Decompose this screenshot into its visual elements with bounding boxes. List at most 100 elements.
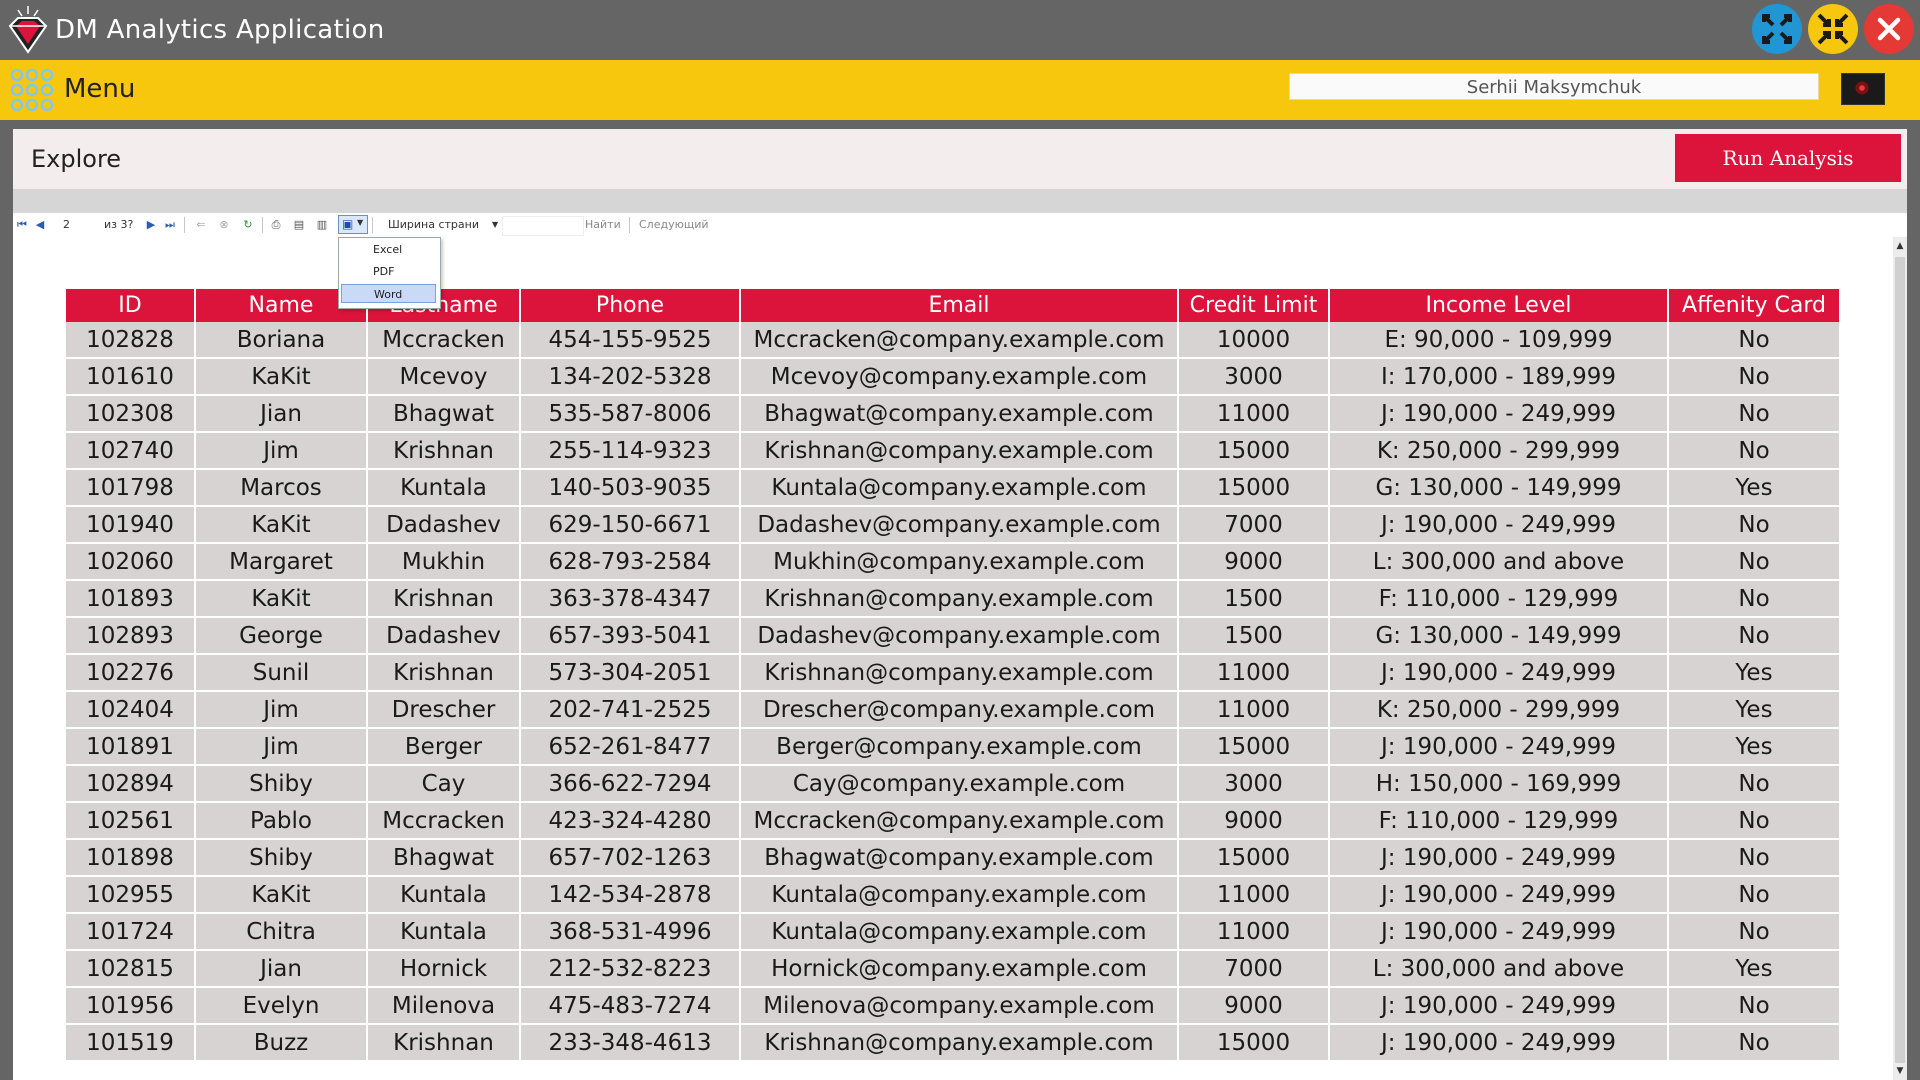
table-cell: No	[1668, 543, 1841, 581]
export-excel-item[interactable]: Excel	[341, 240, 436, 259]
table-cell: Krishnan@company.example.com	[740, 1024, 1179, 1062]
table-cell: 7000	[1178, 950, 1330, 988]
find-next-link[interactable]: Следующий	[639, 217, 709, 233]
scroll-thumb[interactable]	[1895, 257, 1905, 1063]
vertical-scrollbar[interactable]: ▲ ▼	[1893, 237, 1907, 1080]
last-page-icon[interactable]: ⏭	[163, 218, 177, 232]
table-cell: 535-587-8006	[520, 395, 741, 433]
chevron-down-icon: ▼	[492, 220, 499, 229]
table-cell: 102404	[66, 691, 196, 729]
avatar[interactable]	[1841, 73, 1885, 105]
zoom-select[interactable]: Ширина страни ▼	[380, 216, 508, 234]
restore-button[interactable]	[1808, 4, 1858, 54]
export-word-item[interactable]: Word	[341, 284, 436, 303]
table-cell: No	[1668, 506, 1841, 544]
prev-page-icon[interactable]: ◀	[33, 218, 47, 232]
find-input[interactable]	[502, 216, 584, 236]
title-bar: DM Analytics Application	[0, 0, 1920, 60]
table-cell: 368-531-4996	[520, 913, 741, 951]
table-cell: 101956	[66, 987, 196, 1025]
print-layout-icon[interactable]: ▤	[292, 218, 306, 232]
toolbar-divider	[372, 217, 373, 233]
table-cell: Krishnan	[367, 654, 521, 692]
table-cell: 9000	[1178, 987, 1330, 1025]
refresh-icon[interactable]: ↻	[241, 218, 255, 232]
user-name-field[interactable]: Serhii Maksymchuk	[1289, 73, 1819, 100]
stop-icon[interactable]: ⊗	[217, 218, 231, 232]
table-cell: Yes	[1668, 691, 1841, 729]
table-cell: Jim	[195, 432, 368, 470]
table-cell: 15000	[1178, 839, 1330, 877]
export-button[interactable]: ▣ ▼	[338, 215, 368, 234]
table-cell: No	[1668, 322, 1841, 359]
table-cell: 101898	[66, 839, 196, 877]
column-header: Email	[740, 289, 1179, 322]
page-number-input[interactable]: 2	[59, 216, 99, 233]
table-cell: 11000	[1178, 654, 1330, 692]
first-page-icon[interactable]: ⏮	[15, 218, 29, 232]
table-cell: J: 190,000 - 249,999	[1329, 839, 1669, 877]
table-cell: Milenova@company.example.com	[740, 987, 1179, 1025]
table-cell: 102828	[66, 322, 196, 359]
print-icon[interactable]: ⎙	[269, 218, 283, 232]
table-cell: Jim	[195, 691, 368, 729]
table-cell: 140-503-9035	[520, 469, 741, 507]
table-cell: L: 300,000 and above	[1329, 950, 1669, 988]
table-cell: 102740	[66, 432, 196, 470]
table-cell: Jim	[195, 728, 368, 766]
table-cell: 573-304-2051	[520, 654, 741, 692]
content-area: Explore Run Analysis ⏮ ◀ 2 из 3? ▶ ⏭ ⇐ ⊗…	[13, 129, 1907, 1080]
back-icon[interactable]: ⇐	[194, 218, 208, 232]
menu-bar: Menu Serhii Maksymchuk	[0, 60, 1920, 120]
table-cell: No	[1668, 876, 1841, 914]
table-cell: 101724	[66, 913, 196, 951]
table-cell: Bhagwat	[367, 839, 521, 877]
table-row: 101893 KaKit Krishnan 363-378-4347 Krishnan@…	[66, 580, 1841, 618]
table-cell: 11000	[1178, 876, 1330, 914]
table-cell: Pablo	[195, 802, 368, 840]
menu-grid-icon[interactable]	[9, 67, 55, 113]
table-cell: Evelyn	[195, 987, 368, 1025]
export-pdf-item[interactable]: PDF	[341, 262, 436, 281]
chevron-down-icon: ▼	[357, 218, 364, 227]
run-analysis-button[interactable]: Run Analysis	[1675, 134, 1901, 182]
table-cell: No	[1668, 432, 1841, 470]
table-cell: Jian	[195, 950, 368, 988]
table-cell: Bhagwat@company.example.com	[740, 395, 1179, 433]
table-cell: I: 170,000 - 189,999	[1329, 358, 1669, 396]
table-cell: Mccracken@company.example.com	[740, 802, 1179, 840]
scroll-down-icon[interactable]: ▼	[1893, 1064, 1907, 1078]
zoom-value: Ширина страни	[388, 218, 479, 231]
close-button[interactable]	[1864, 4, 1914, 54]
table-cell: KaKit	[195, 580, 368, 618]
table-cell: J: 190,000 - 249,999	[1329, 728, 1669, 766]
find-link[interactable]: Найти	[585, 217, 621, 233]
table-cell: Mccracken@company.example.com	[740, 322, 1179, 359]
table-cell: 7000	[1178, 506, 1330, 544]
page-setup-icon[interactable]: ▥	[315, 218, 329, 232]
table-row: 102955 KaKit Kuntala 142-534-2878 Kuntala@co…	[66, 876, 1841, 914]
maximize-button[interactable]	[1752, 4, 1802, 54]
scroll-up-icon[interactable]: ▲	[1893, 239, 1907, 253]
table-cell: 3000	[1178, 358, 1330, 396]
table-cell: Marcos	[195, 469, 368, 507]
table-cell: Kuntala@company.example.com	[740, 876, 1179, 914]
table-cell: J: 190,000 - 249,999	[1329, 654, 1669, 692]
report-toolbar: ⏮ ◀ 2 из 3? ▶ ⏭ ⇐ ⊗ ↻ ⎙ ▤ ▥ ▣ ▼ Ширина с…	[13, 213, 1907, 237]
table-cell: 11000	[1178, 395, 1330, 433]
table-cell: 1500	[1178, 580, 1330, 618]
export-dropdown-menu: Excel PDF Word	[338, 237, 441, 309]
next-page-icon[interactable]: ▶	[144, 218, 158, 232]
table-cell: 212-532-8223	[520, 950, 741, 988]
table-row: 101891 Jim Berger 652-261-8477 Berger@compan…	[66, 728, 1841, 766]
table-cell: Krishnan@company.example.com	[740, 580, 1179, 618]
menu-button[interactable]: Menu	[64, 74, 135, 104]
table-cell: 475-483-7274	[520, 987, 741, 1025]
table-cell: No	[1668, 395, 1841, 433]
table-cell: Sunil	[195, 654, 368, 692]
table-cell: 9000	[1178, 802, 1330, 840]
table-cell: J: 190,000 - 249,999	[1329, 395, 1669, 433]
column-header: Affenity Card	[1668, 289, 1841, 322]
column-header: Credit Limit	[1178, 289, 1330, 322]
toolbar-divider	[184, 217, 185, 233]
